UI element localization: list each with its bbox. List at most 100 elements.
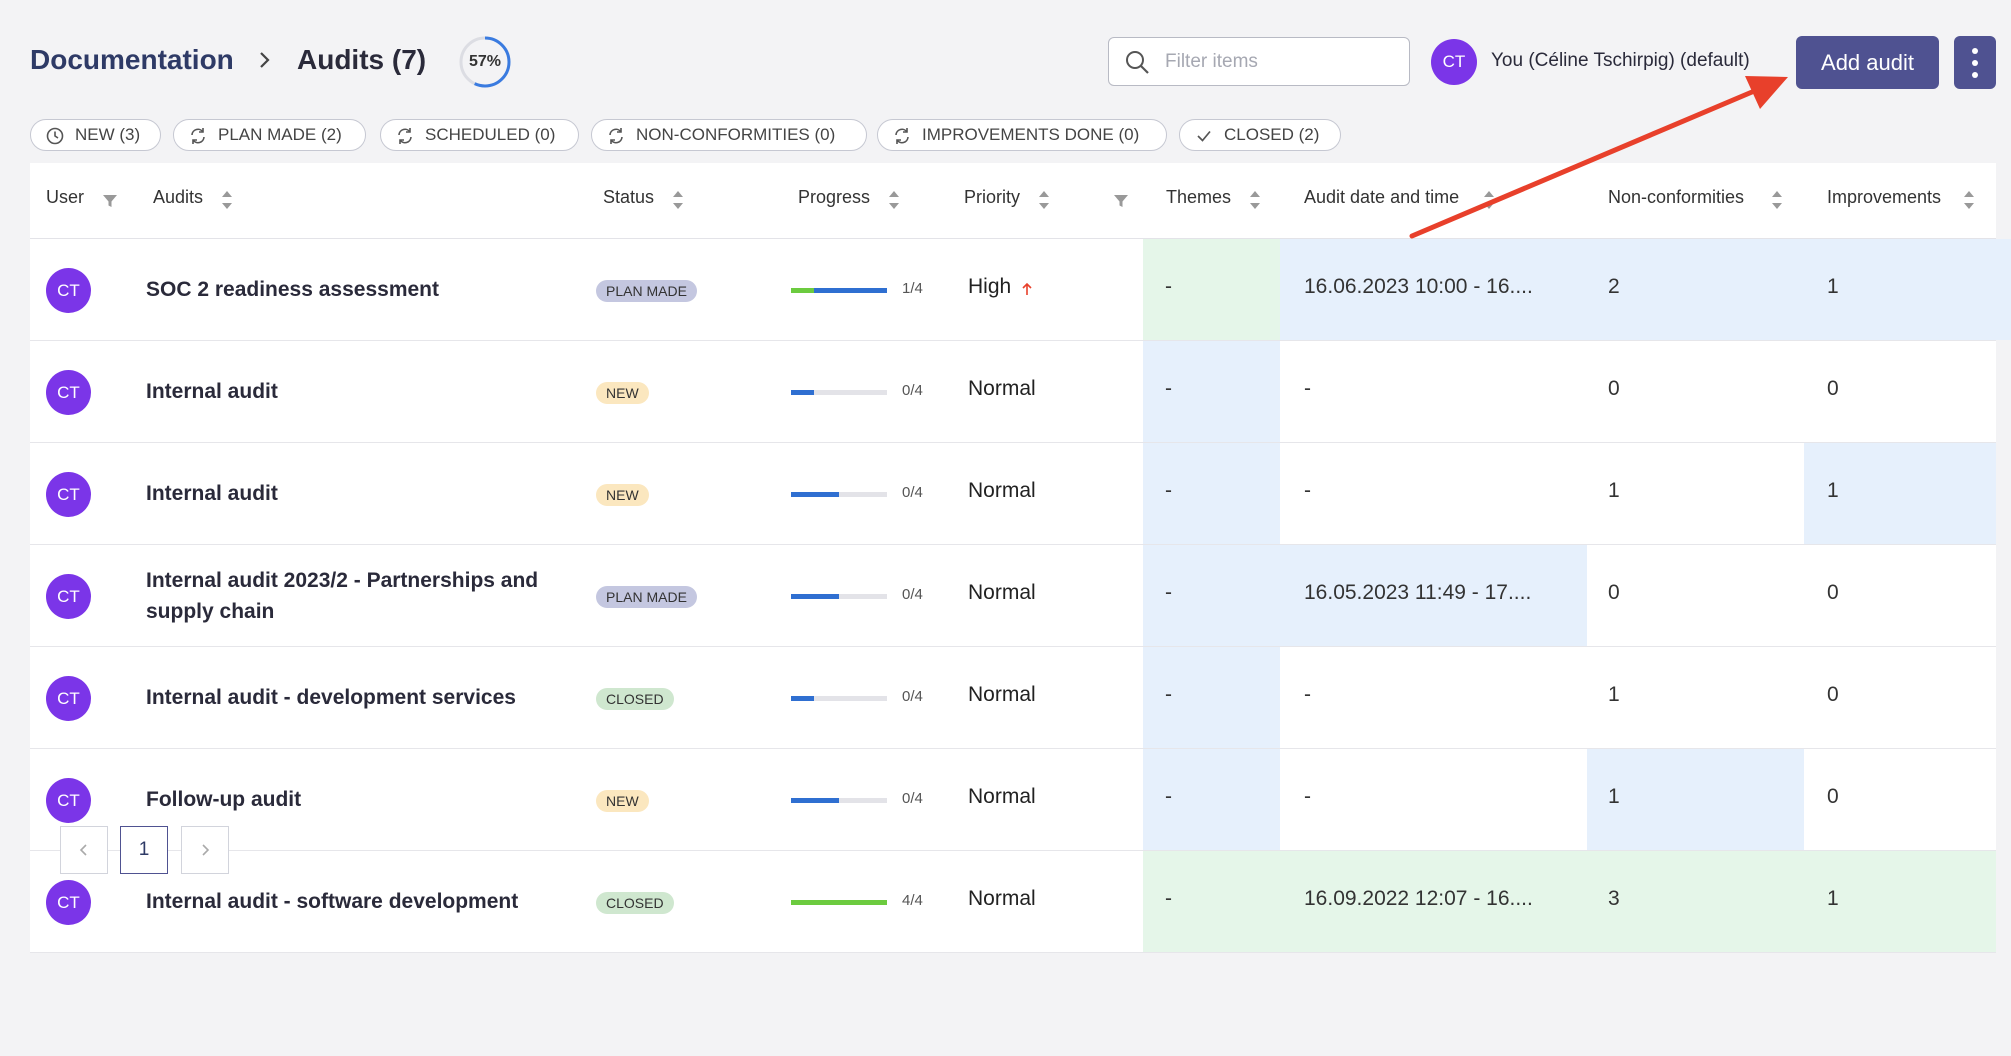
table-row[interactable]: CT Follow-up audit NEW 0/4 Normal - - 1 …: [30, 749, 1996, 851]
audit-date: 16.06.2023 10:00 - 16....: [1304, 275, 1533, 298]
chevron-right-icon: [260, 52, 270, 68]
sort-icon[interactable]: [1038, 189, 1050, 211]
clock-icon: [46, 127, 64, 145]
status-badge: NEW: [596, 484, 649, 506]
improvements-count: 0: [1827, 581, 1839, 604]
audit-name[interactable]: Internal audit 2023/2 - Partnerships and…: [146, 565, 586, 627]
column-header-audit-date[interactable]: Audit date and time: [1304, 187, 1459, 208]
audit-date: -: [1304, 377, 1311, 400]
progress-count: 0/4: [902, 586, 923, 603]
column-header-non-conformities[interactable]: Non-conformities: [1608, 187, 1744, 208]
chip-label: NEW (3): [75, 125, 141, 144]
chip-label: NON-CONFORMITIES (0): [636, 125, 836, 144]
chip-plan-made[interactable]: PLAN MADE (2): [173, 119, 366, 151]
refresh-icon: [191, 128, 205, 144]
filter-funnel-icon[interactable]: [102, 193, 118, 209]
filter-input[interactable]: [1165, 46, 1395, 78]
column-header-user[interactable]: User: [46, 187, 84, 208]
avatar: CT: [46, 472, 91, 517]
chip-label: IMPROVEMENTS DONE (0): [922, 125, 1140, 144]
progress-bar: [791, 390, 887, 395]
progress-bar: [791, 900, 887, 905]
chip-non-conformities[interactable]: NON-CONFORMITIES (0): [591, 119, 867, 151]
page-title: Audits (7): [297, 44, 427, 75]
add-audit-button[interactable]: Add audit: [1796, 36, 1939, 89]
filter-box[interactable]: [1108, 37, 1410, 86]
themes-value: -: [1165, 377, 1172, 400]
audit-name[interactable]: SOC 2 readiness assessment: [146, 274, 586, 305]
page-number-button[interactable]: 1: [120, 826, 168, 874]
refresh-icon: [398, 128, 412, 144]
non-conformities-count: 2: [1608, 275, 1620, 298]
progress-bar: [791, 798, 887, 803]
sort-icon[interactable]: [1771, 189, 1783, 211]
avatar[interactable]: CT: [1431, 39, 1477, 85]
page-header: Documentation Audits (7) 57% CT You (Cél…: [0, 0, 2011, 120]
column-header-progress[interactable]: Progress: [798, 187, 870, 208]
column-header-audits[interactable]: Audits: [153, 187, 203, 208]
sort-icon[interactable]: [1963, 189, 1975, 211]
non-conformities-count: 0: [1608, 377, 1620, 400]
priority-value: High: [968, 275, 1012, 298]
previous-page-button[interactable]: [60, 826, 108, 874]
table-row[interactable]: CT Internal audit NEW 0/4 Normal - - 0 0: [30, 341, 1996, 443]
avatar: CT: [46, 370, 91, 415]
chevron-right-icon: [202, 844, 210, 856]
user-name[interactable]: You (Céline Tschirpig) (default): [1491, 50, 1750, 72]
status-badge: PLAN MADE: [596, 280, 697, 302]
sort-icon[interactable]: [221, 189, 233, 211]
audit-date: 16.05.2023 11:49 - 17....: [1304, 581, 1532, 604]
table-header: User Audits Status Progress Priority The…: [30, 163, 1996, 239]
more-options-icon[interactable]: [1954, 36, 1996, 89]
sort-icon[interactable]: [672, 189, 684, 211]
non-conformities-count: 1: [1608, 785, 1620, 808]
sort-icon[interactable]: [888, 189, 900, 211]
search-icon: [1126, 51, 1149, 74]
chip-scheduled[interactable]: SCHEDULED (0): [380, 119, 579, 151]
table-row[interactable]: CT Internal audit - software development…: [30, 851, 1996, 953]
table-row[interactable]: CT Internal audit NEW 0/4 Normal - - 1 1: [30, 443, 1996, 545]
chip-new[interactable]: NEW (3): [30, 119, 161, 151]
chip-label: CLOSED (2): [1224, 125, 1320, 144]
next-page-button[interactable]: [181, 826, 229, 874]
priority-value: Normal: [968, 785, 1036, 808]
chip-closed[interactable]: CLOSED (2): [1179, 119, 1341, 151]
improvements-count: 1: [1827, 275, 1839, 298]
audit-name[interactable]: Internal audit - development services: [146, 682, 586, 713]
audit-name[interactable]: Internal audit: [146, 478, 586, 509]
themes-value: -: [1165, 887, 1172, 910]
chip-label: SCHEDULED (0): [425, 125, 556, 144]
avatar: CT: [46, 676, 91, 721]
progress-count: 0/4: [902, 790, 923, 807]
avatar: CT: [46, 880, 91, 925]
themes-value: -: [1165, 275, 1172, 298]
sort-icon[interactable]: [1249, 189, 1261, 211]
improvements-count: 1: [1827, 887, 1839, 910]
column-header-priority[interactable]: Priority: [964, 187, 1020, 208]
priority-value: Normal: [968, 887, 1036, 910]
audit-name[interactable]: Internal audit: [146, 376, 586, 407]
sort-icon[interactable]: [1483, 189, 1495, 211]
column-header-improvements[interactable]: Improvements: [1827, 187, 1941, 208]
improvements-count: 0: [1827, 785, 1839, 808]
highlight-cells: [1143, 851, 1996, 952]
avatar: CT: [46, 778, 91, 823]
column-header-status[interactable]: Status: [603, 187, 654, 208]
table-row[interactable]: CT SOC 2 readiness assessment PLAN MADE …: [30, 239, 2011, 341]
table-row[interactable]: CT Internal audit - development services…: [30, 647, 1996, 749]
table-row[interactable]: CT Internal audit 2023/2 - Partnerships …: [30, 545, 1996, 647]
breadcrumb-documentation[interactable]: Documentation: [30, 44, 234, 76]
status-badge: NEW: [596, 382, 649, 404]
column-header-themes[interactable]: Themes: [1166, 187, 1231, 208]
completion-percentage: 57%: [468, 53, 502, 70]
filter-funnel-icon[interactable]: [1113, 193, 1129, 209]
audit-name[interactable]: Internal audit - software development: [146, 886, 586, 917]
improvements-count: 0: [1827, 683, 1839, 706]
themes-value: -: [1165, 785, 1172, 808]
audit-name[interactable]: Follow-up audit: [146, 784, 586, 815]
chip-improvements-done[interactable]: IMPROVEMENTS DONE (0): [877, 119, 1167, 151]
progress-count: 0/4: [902, 382, 923, 399]
priority-value: Normal: [968, 683, 1036, 706]
check-icon: [1197, 130, 1211, 142]
progress-bar: [791, 594, 887, 599]
